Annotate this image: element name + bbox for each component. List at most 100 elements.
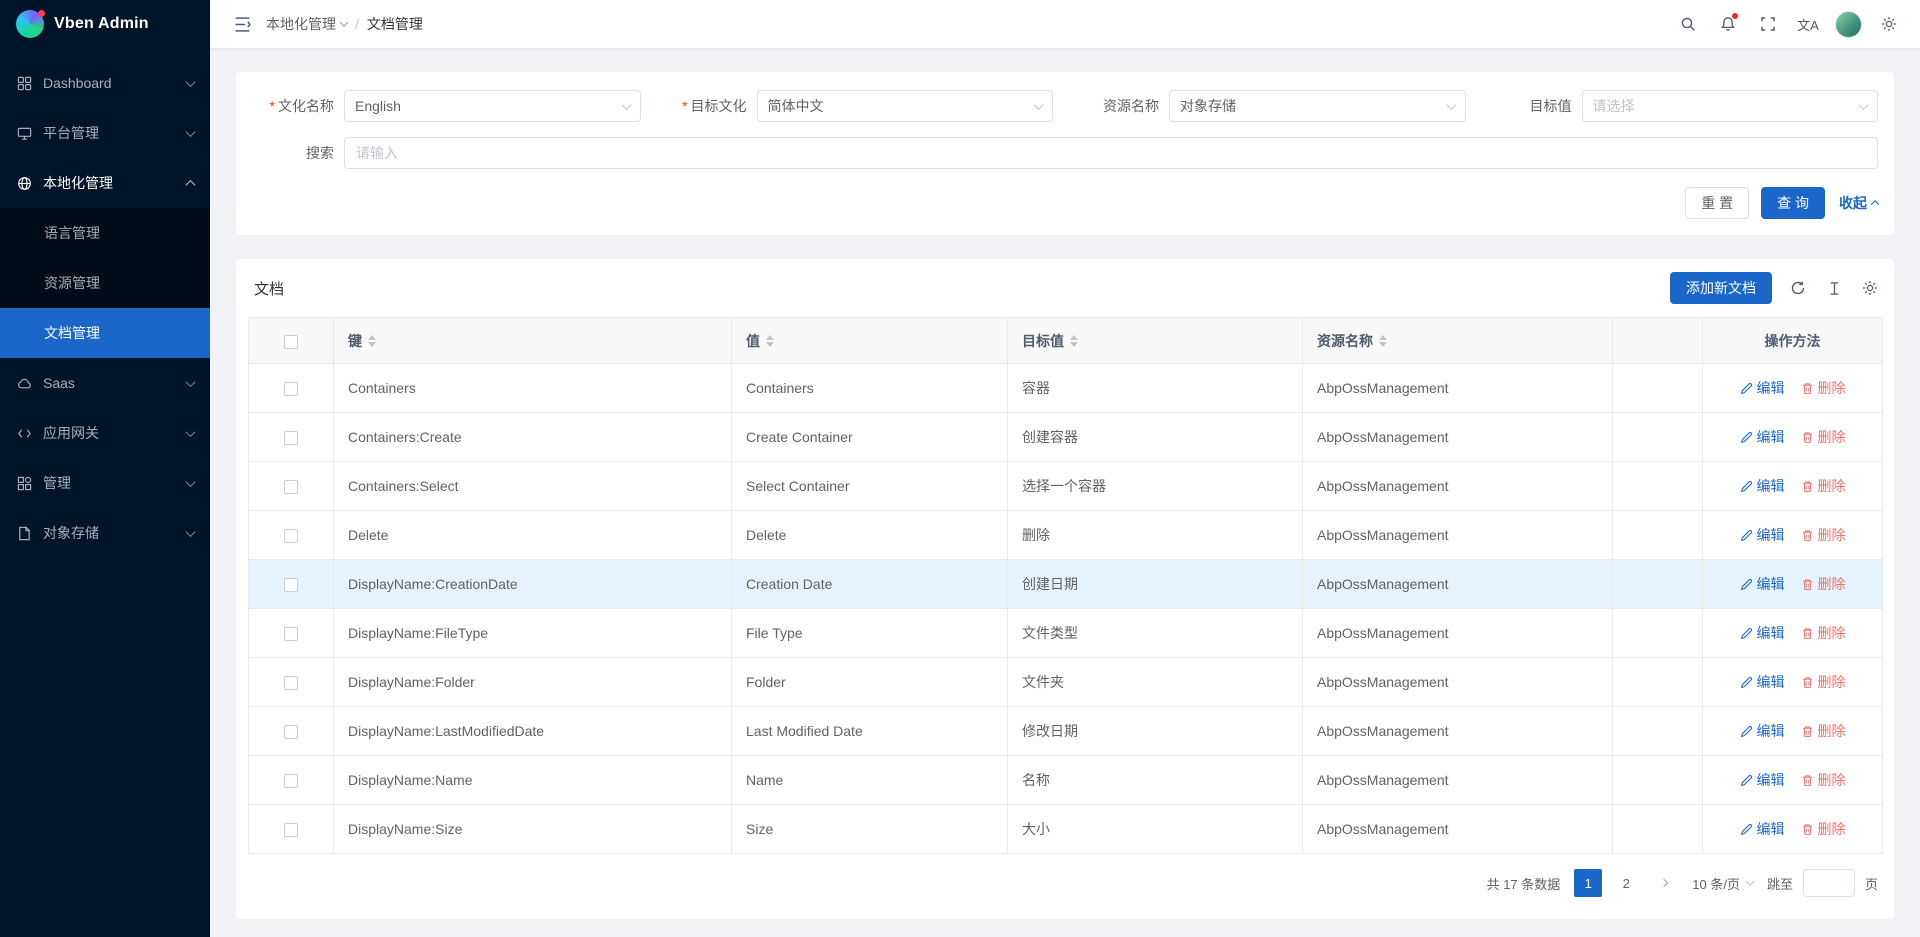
table-toolbar: 添加新文档 (1670, 272, 1880, 304)
cell-value: Creation Date (732, 560, 1008, 609)
menu-fold-icon[interactable] (226, 8, 258, 40)
sort-icons[interactable] (1070, 335, 1078, 347)
refresh-icon[interactable] (1788, 278, 1808, 298)
sidebar-item-app-gateway[interactable]: 应用网关 (0, 408, 210, 458)
delete-link[interactable]: 删除 (1801, 819, 1846, 839)
delete-link[interactable]: 删除 (1801, 672, 1846, 692)
sidebar-item-object-storage[interactable]: 对象存储 (0, 508, 210, 558)
row-checkbox[interactable] (284, 578, 298, 592)
page-button-1[interactable]: 1 (1574, 869, 1602, 897)
edit-link[interactable]: 编辑 (1740, 770, 1785, 790)
sidebar-item-management[interactable]: 管理 (0, 458, 210, 508)
sidebar-item-label: 平台管理 (43, 123, 187, 143)
required-asterisk: * (270, 98, 275, 114)
delete-link[interactable]: 删除 (1801, 770, 1846, 790)
delete-link[interactable]: 删除 (1801, 427, 1846, 447)
edit-pencil-icon (1740, 774, 1753, 787)
search-input[interactable] (344, 137, 1878, 169)
management-icon (16, 475, 33, 492)
cell-resource: AbpOssManagement (1303, 364, 1613, 413)
delete-link[interactable]: 删除 (1801, 525, 1846, 545)
target-value-select[interactable]: 请选择 (1582, 90, 1879, 122)
breadcrumb-section[interactable]: 本地化管理 (266, 14, 347, 34)
page-button-2[interactable]: 2 (1612, 869, 1640, 897)
sidebar-item-saas[interactable]: Saas (0, 358, 210, 408)
delete-link[interactable]: 删除 (1801, 476, 1846, 496)
row-checkbox[interactable] (284, 725, 298, 739)
edit-link[interactable]: 编辑 (1740, 574, 1785, 594)
cell-actions: 编辑删除 (1703, 511, 1883, 560)
edit-link[interactable]: 编辑 (1740, 721, 1785, 741)
page-size-select[interactable]: 10 条/页 (1688, 869, 1757, 897)
edit-link[interactable]: 编辑 (1740, 672, 1785, 692)
select-all-checkbox[interactable] (284, 335, 298, 349)
culture-name-select[interactable]: English (344, 90, 641, 122)
delete-link[interactable]: 删除 (1801, 721, 1846, 741)
delete-link[interactable]: 删除 (1801, 378, 1846, 398)
row-checkbox[interactable] (284, 627, 298, 641)
sort-icons[interactable] (766, 335, 774, 347)
sidebar-item-document-management[interactable]: 文档管理 (0, 308, 210, 358)
row-checkbox[interactable] (284, 774, 298, 788)
search-icon[interactable] (1671, 7, 1705, 41)
text-height-icon[interactable] (1824, 278, 1844, 298)
jump-page-input[interactable] (1803, 869, 1855, 897)
logo[interactable]: Vben Admin (0, 0, 210, 48)
edit-link[interactable]: 编辑 (1740, 819, 1785, 839)
target-value-label: 目标值 (1490, 96, 1572, 116)
edit-link[interactable]: 编辑 (1740, 427, 1785, 447)
table-row[interactable]: DeleteDelete删除AbpOssManagement编辑删除 (249, 511, 1883, 560)
row-checkbox[interactable] (284, 529, 298, 543)
delete-link[interactable]: 删除 (1801, 574, 1846, 594)
table-row[interactable]: Containers:CreateCreate Container创建容器Abp… (249, 413, 1883, 462)
cell-target: 文件类型 (1008, 609, 1303, 658)
collapse-link[interactable]: 收起 (1839, 193, 1878, 213)
next-page-button[interactable] (1650, 869, 1678, 897)
filter-actions: 重 置 查 询 收起 (252, 187, 1878, 219)
table-row[interactable]: DisplayName:SizeSize大小AbpOssManagement编辑… (249, 805, 1883, 854)
table-row[interactable]: DisplayName:CreationDateCreation Date创建日… (249, 560, 1883, 609)
table-body: ContainersContainers容器AbpOssManagement编辑… (249, 364, 1883, 854)
table-row[interactable]: DisplayName:LastModifiedDateLast Modifie… (249, 707, 1883, 756)
row-checkbox[interactable] (284, 823, 298, 837)
translate-icon[interactable]: 文A (1791, 7, 1825, 41)
sidebar-item-platform-management[interactable]: 平台管理 (0, 108, 210, 158)
table-row[interactable]: ContainersContainers容器AbpOssManagement编辑… (249, 364, 1883, 413)
edit-link[interactable]: 编辑 (1740, 378, 1785, 398)
table-row[interactable]: DisplayName:NameName名称AbpOssManagement编辑… (249, 756, 1883, 805)
sidebar-item-label: Dashboard (43, 75, 187, 91)
add-document-button[interactable]: 添加新文档 (1670, 272, 1772, 304)
table-row[interactable]: DisplayName:FolderFolder文件夹AbpOssManagem… (249, 658, 1883, 707)
edit-link[interactable]: 编辑 (1740, 525, 1785, 545)
row-checkbox[interactable] (284, 480, 298, 494)
sidebar-item-language-management[interactable]: 语言管理 (0, 208, 210, 258)
edit-link[interactable]: 编辑 (1740, 623, 1785, 643)
cell-actions: 编辑删除 (1703, 413, 1883, 462)
avatar[interactable] (1835, 11, 1862, 38)
row-checkbox[interactable] (284, 676, 298, 690)
sort-icons[interactable] (1379, 335, 1387, 347)
cell-value: Name (732, 756, 1008, 805)
table-row[interactable]: DisplayName:FileTypeFile Type文件类型AbpOssM… (249, 609, 1883, 658)
row-checkbox[interactable] (284, 382, 298, 396)
delete-link[interactable]: 删除 (1801, 623, 1846, 643)
filter-field-target-value: 目标值 请选择 (1490, 90, 1879, 122)
sidebar-item-resource-management[interactable]: 资源管理 (0, 258, 210, 308)
sidebar-item-localization-management[interactable]: 本地化管理 (0, 158, 210, 208)
table-settings-gear-icon[interactable] (1860, 278, 1880, 298)
sort-icons[interactable] (368, 335, 376, 347)
chevron-up-icon (186, 179, 196, 189)
target-culture-label: *目标文化 (665, 96, 747, 116)
settings-gear-icon[interactable] (1872, 7, 1906, 41)
row-checkbox[interactable] (284, 431, 298, 445)
resource-name-select[interactable]: 对象存储 (1169, 90, 1466, 122)
reset-button[interactable]: 重 置 (1685, 187, 1749, 219)
target-culture-select[interactable]: 简体中文 (757, 90, 1054, 122)
fullscreen-icon[interactable] (1751, 7, 1785, 41)
notification-bell-icon[interactable] (1711, 7, 1745, 41)
query-button[interactable]: 查 询 (1761, 187, 1825, 219)
table-row[interactable]: Containers:SelectSelect Container选择一个容器A… (249, 462, 1883, 511)
edit-link[interactable]: 编辑 (1740, 476, 1785, 496)
sidebar-item-dashboard[interactable]: Dashboard (0, 58, 210, 108)
cell-target: 文件夹 (1008, 658, 1303, 707)
